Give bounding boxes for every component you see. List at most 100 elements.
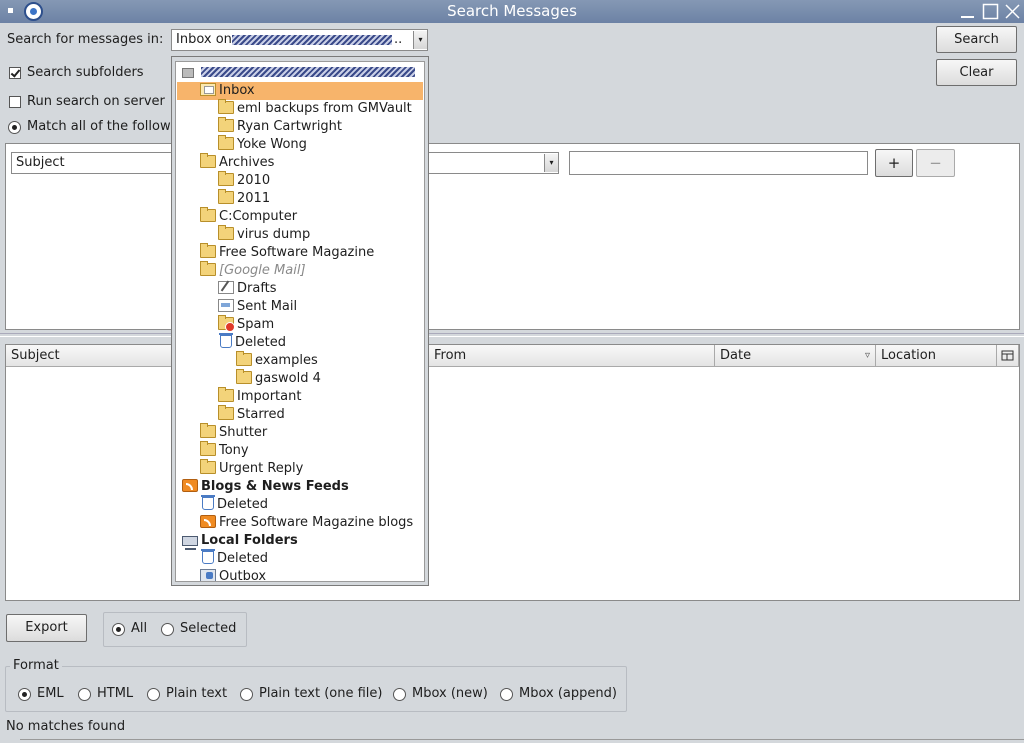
folder-item[interactable]: Deleted [200,495,268,514]
folder-icon [200,459,216,474]
folder-item-label: Outbox [219,569,267,582]
folder-item[interactable]: Free Software Magazine [200,243,375,262]
folder-picker[interactable]: Inbox on .. ▾ [171,29,428,51]
folder-item[interactable]: 2011 [218,189,270,208]
remove-rule-button[interactable]: − [916,149,955,177]
folder-item[interactable]: Important [218,387,302,406]
trash-icon [219,333,233,348]
close-icon[interactable] [1004,3,1021,20]
folder-item[interactable]: gaswold 4 [236,369,321,388]
run-on-server-checkbox[interactable] [9,96,21,108]
folder-item[interactable]: examples [236,351,318,370]
folder-item[interactable]: Inbox [177,82,423,100]
folder-item[interactable]: Archives [200,153,274,172]
folder-item[interactable]: Yoke Wong [218,135,307,154]
folder-icon [218,135,234,150]
folder-icon [236,351,252,366]
account-root-item[interactable] [182,64,422,82]
match-all-label: Match all of the followin [27,119,172,134]
format-eml-radio[interactable] [18,688,31,701]
folder-icon [218,171,234,186]
folder-item[interactable]: Sent Mail [218,298,297,316]
folder-icon [218,405,234,420]
format-mbox-new-radio[interactable] [393,688,406,701]
search-subfolders-checkbox[interactable] [9,67,21,79]
chevron-down-icon[interactable]: ▾ [413,31,427,49]
folder-item[interactable]: Starred [218,405,285,424]
match-all-radio[interactable] [8,121,21,134]
folder-item-label: Free Software Magazine [219,245,375,260]
scope-all-label: All [131,621,148,636]
format-eml-label: EML [37,686,64,701]
scope-selected-radio[interactable] [161,623,174,636]
column-header-from[interactable]: From [429,345,715,367]
column-header-subject[interactable]: Subject [6,345,172,367]
maximize-icon[interactable] [982,3,999,20]
window-title: Search Messages [447,2,577,20]
scope-all-radio[interactable] [112,623,125,636]
outbox-icon [200,569,216,581]
folder-item-label: 2010 [237,173,271,188]
folder-item[interactable]: Local Folders [182,532,298,550]
column-picker-icon[interactable] [997,345,1019,367]
folder-dropdown-menu: Inbox eml backups from GMVault Ryan Cartwr… [171,56,429,586]
column-header-location[interactable]: Location [876,345,997,367]
trash-icon [201,549,215,564]
folder-item[interactable]: C:Computer [200,207,298,226]
folder-icon [236,369,252,384]
folder-item[interactable]: 2010 [218,171,271,190]
format-legend: Format [10,658,62,673]
folder-item-label: C:Computer [219,209,298,224]
export-button[interactable]: Export [6,614,87,642]
folder-item[interactable]: Free Software Magazine blogs [200,514,413,532]
column-header-date[interactable]: Date ▿ [715,345,876,367]
add-rule-button[interactable]: + [875,149,913,177]
folder-item[interactable]: Ryan Cartwright [218,117,342,136]
folder-item[interactable]: Blogs & News Feeds [182,478,349,496]
folder-item[interactable]: Spam [218,315,274,334]
computer-icon [182,536,198,550]
rule-value-input[interactable] [569,151,868,175]
folder-item-label: Shutter [219,425,268,440]
results-list[interactable] [5,344,1020,601]
format-mbox-append-radio[interactable] [500,688,513,701]
format-mbox-append-label: Mbox (append) [519,686,617,701]
redacted-account-name [201,67,416,77]
format-html-radio[interactable] [78,688,91,701]
folder-icon [200,261,216,276]
account-icon [182,68,194,78]
format-plaintext-onefile-radio[interactable] [240,688,253,701]
folder-item-label: Free Software Magazine blogs [219,515,414,530]
spam-icon [218,315,235,332]
format-mbox-new-label: Mbox (new) [412,686,488,701]
rule-field-value: Subject [16,155,65,170]
format-plaintext-label: Plain text [166,686,228,701]
folder-item-label: eml backups from GMVault [237,101,412,116]
folder-item[interactable]: Deleted [218,333,286,352]
chevron-down-icon[interactable]: ▾ [544,154,558,172]
folder-item[interactable]: Shutter [200,423,268,442]
folder-item[interactable]: Drafts [218,280,277,298]
folder-item[interactable]: Tony [200,441,249,460]
search-button[interactable]: Search [936,26,1017,53]
folder-item[interactable]: eml backups from GMVault [218,99,412,118]
folder-icon [218,387,234,402]
folder-item-label: virus dump [237,227,311,242]
folder-item-label: Deleted [217,551,268,566]
format-plaintext-radio[interactable] [147,688,160,701]
status-bar-border [20,739,1024,743]
folder-item[interactable]: virus dump [218,225,311,244]
search-subfolders-label: Search subfolders [27,65,144,80]
minimize-icon[interactable] [959,3,976,20]
folder-item-label: Drafts [237,281,277,296]
folder-item[interactable]: Outbox [200,568,267,582]
column-header-date-label: Date [720,348,752,363]
folder-item[interactable]: Deleted [200,549,268,568]
folder-item-label: [Google Mail] [219,263,306,278]
folder-item-label: Urgent Reply [219,461,304,476]
folder-item[interactable]: Urgent Reply [200,459,304,478]
folder-item[interactable]: [Google Mail] [200,261,306,280]
pane-splitter[interactable] [0,333,1024,337]
clear-button[interactable]: Clear [936,59,1017,86]
folder-item-label: Important [237,389,302,404]
